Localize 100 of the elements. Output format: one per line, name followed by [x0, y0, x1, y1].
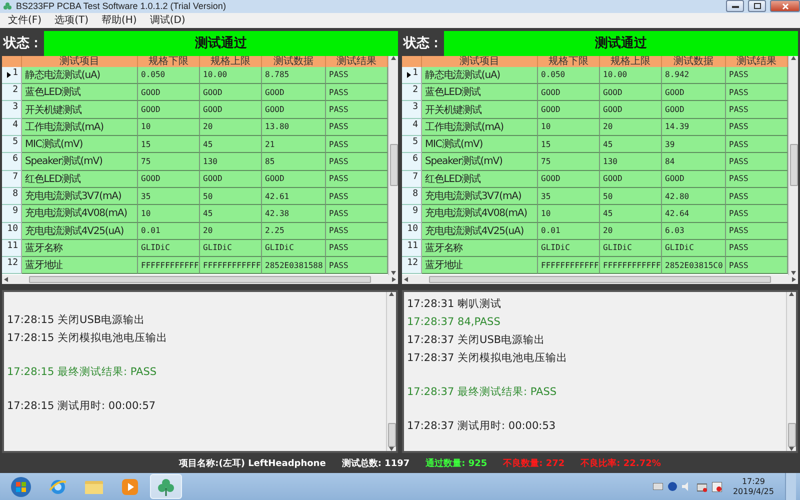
vertical-scrollbar[interactable] — [386, 292, 396, 452]
table-cell: 0.050 — [138, 66, 200, 84]
column-header[interactable]: 规格下限 — [538, 56, 600, 67]
table-cell: 10 — [538, 205, 600, 222]
scroll-right-icon[interactable] — [792, 276, 796, 282]
column-header[interactable]: 规格上限 — [200, 56, 262, 67]
scroll-right-icon[interactable] — [392, 276, 396, 282]
menu-item[interactable]: 调试(D) — [150, 13, 186, 28]
row-header[interactable]: 1 — [402, 66, 422, 84]
scroll-left-icon[interactable] — [4, 276, 8, 282]
table-cell: GOOD — [662, 170, 726, 188]
scroll-up-icon[interactable] — [389, 292, 394, 296]
row-header[interactable]: 5 — [402, 136, 422, 154]
table-cell: 10 — [538, 118, 600, 136]
scroll-thumb[interactable] — [388, 423, 396, 448]
row-header[interactable]: 1 — [2, 66, 22, 84]
scroll-thumb[interactable] — [390, 144, 398, 186]
row-header[interactable]: 4 — [402, 118, 422, 136]
row-index: 7 — [412, 172, 418, 182]
row-header[interactable]: 4 — [2, 118, 22, 136]
table-cell: GOOD — [600, 101, 662, 119]
table-cell: GOOD — [262, 84, 326, 102]
show-desktop-button[interactable] — [785, 473, 796, 500]
column-header[interactable]: 测试数据 — [662, 56, 726, 67]
column-header[interactable]: 测试结果 — [326, 56, 388, 67]
table-cell: 45 — [200, 136, 262, 154]
row-index: 5 — [412, 137, 418, 148]
row-pointer-icon — [6, 72, 11, 78]
clock[interactable]: 17:29 2019/4/25 — [726, 476, 780, 497]
table-cell: 充电电流测试4V08(mA) — [422, 205, 538, 222]
table-cell: 42.38 — [262, 205, 326, 222]
table-cell: FFFFFFFFFFFF — [538, 257, 600, 274]
row-header[interactable]: 3 — [402, 101, 422, 119]
taskbar-button[interactable] — [150, 474, 182, 500]
minimize-button[interactable] — [726, 0, 744, 12]
network-icon[interactable] — [696, 482, 707, 492]
row-header[interactable]: 9 — [402, 205, 422, 222]
scroll-left-icon[interactable] — [404, 276, 408, 282]
row-header[interactable]: 5 — [2, 136, 22, 154]
close-button[interactable] — [770, 0, 800, 12]
folder-icon — [84, 478, 104, 495]
row-header[interactable]: 10 — [2, 222, 22, 240]
table-cell: PASS — [726, 257, 788, 274]
vertical-scrollbar[interactable] — [786, 292, 796, 452]
row-header[interactable]: 8 — [2, 188, 22, 206]
scroll-thumb[interactable] — [790, 144, 798, 186]
table-cell: PASS — [726, 136, 788, 154]
row-index: 8 — [412, 188, 418, 199]
scroll-up-icon[interactable] — [789, 292, 794, 296]
column-header[interactable]: 规格下限 — [138, 56, 200, 67]
scroll-thumb[interactable] — [29, 276, 371, 283]
log-line: 17:28:15 关闭模拟电池电压输出 — [7, 331, 169, 346]
table-cell: 充电电流测试3V7(mA) — [22, 188, 138, 206]
row-header[interactable]: 12 — [2, 257, 22, 274]
row-index: 11 — [7, 240, 18, 251]
clock-date: 2019/4/25 — [732, 486, 774, 497]
table-cell: 充电电流测试4V25(uA) — [22, 222, 138, 240]
row-header[interactable]: 9 — [2, 205, 22, 222]
table-cell: PASS — [326, 188, 388, 206]
table-cell: 35 — [138, 188, 200, 206]
row-header[interactable]: 7 — [2, 170, 22, 188]
row-header[interactable]: 11 — [2, 240, 22, 258]
table-cell: 8.785 — [262, 66, 326, 84]
scroll-thumb[interactable] — [788, 423, 796, 448]
table-cell: PASS — [726, 66, 788, 84]
table-cell: 45 — [600, 205, 662, 222]
log-line: 17:28:37 关闭USB电源输出 — [407, 333, 546, 348]
row-header[interactable]: 10 — [402, 222, 422, 240]
menu-item[interactable]: 文件(F) — [8, 13, 42, 28]
row-header[interactable]: 11 — [402, 240, 422, 258]
row-header[interactable]: 12 — [402, 257, 422, 274]
row-header[interactable]: 3 — [2, 101, 22, 119]
status-banner: 测试通过 — [44, 30, 398, 56]
row-index: 9 — [12, 206, 18, 216]
column-header[interactable]: 测试结果 — [726, 56, 788, 67]
column-header[interactable]: 测试项目 — [422, 56, 538, 67]
column-header[interactable]: 测试项目 — [22, 56, 138, 67]
maximize-button[interactable] — [748, 0, 766, 12]
column-header[interactable]: 测试数据 — [262, 56, 326, 67]
log-line: 17:28:37 84,PASS — [407, 315, 502, 330]
scroll-thumb[interactable] — [429, 276, 771, 283]
menu-item[interactable]: 选项(T) — [54, 13, 88, 28]
table-cell: GOOD — [538, 170, 600, 188]
row-header[interactable]: 6 — [2, 153, 22, 171]
table-cell: 充电电流测试3V7(mA) — [422, 188, 538, 206]
log-line: 17:28:15 关闭USB电源输出 — [7, 313, 146, 328]
menu-item[interactable]: 帮助(H) — [101, 13, 137, 28]
row-header[interactable]: 8 — [402, 188, 422, 206]
row-index: 8 — [12, 188, 18, 199]
row-header[interactable]: 2 — [402, 84, 422, 102]
row-header[interactable]: 2 — [2, 84, 22, 102]
table-cell: PASS — [726, 222, 788, 240]
vertical-scrollbar[interactable] — [788, 56, 798, 275]
maximize-icon — [754, 3, 760, 10]
row-header[interactable]: 7 — [402, 170, 422, 188]
column-header[interactable]: 规格上限 — [600, 56, 662, 67]
table-cell: GOOD — [538, 84, 600, 102]
row-header[interactable]: 6 — [402, 153, 422, 171]
vertical-scrollbar[interactable] — [388, 56, 398, 275]
keyboard-icon[interactable] — [652, 483, 663, 490]
